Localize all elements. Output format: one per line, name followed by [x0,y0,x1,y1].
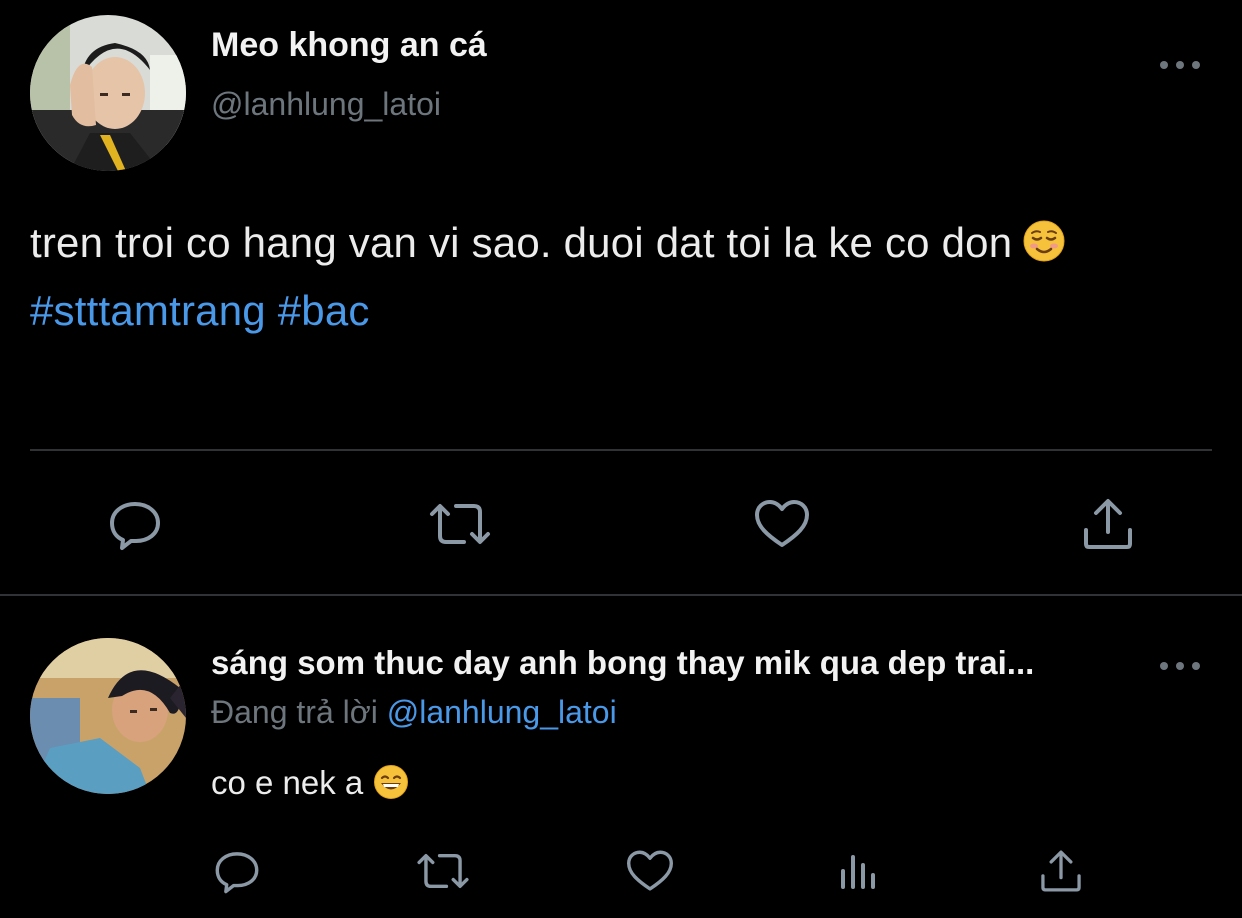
replying-to: Đang trả lời @lanhlung_latoi [211,694,617,731]
reply-icon [110,502,160,550]
like-button[interactable] [624,846,676,896]
reply-button[interactable] [212,846,262,896]
analytics-icon [841,855,875,889]
hashtag-link[interactable]: #bac [278,287,370,334]
mention-link[interactable]: @lanhlung_latoi [387,694,617,730]
retweet-button[interactable] [425,494,495,554]
reply-button[interactable] [105,494,165,554]
like-button[interactable] [752,494,812,554]
analytics-button[interactable] [832,846,882,896]
divider [30,449,1212,451]
user-handle[interactable]: @lanhlung_latoi [211,86,441,123]
hashtag-link[interactable]: #stttamtrang [30,287,266,334]
reply-icon [215,852,259,894]
more-options-icon[interactable] [1160,656,1200,676]
avatar[interactable] [30,638,186,794]
share-icon [1084,499,1132,549]
like-icon [627,850,673,891]
more-options-icon[interactable] [1160,55,1200,75]
tweet-text: tren troi co hang van vi sao. duoi dat t… [30,212,1066,342]
reply-text: co e nek a [211,764,409,808]
retweet-icon [430,504,490,544]
reply-body: co e nek a [211,764,364,801]
share-button[interactable] [1036,846,1086,896]
replying-to-label: Đang trả lời [211,694,378,730]
divider [0,594,1242,596]
tweet-body: tren troi co hang van vi sao. duoi dat t… [30,219,1013,266]
display-name[interactable]: sáng som thuc day anh bong thay mik qua … [211,644,1034,682]
avatar[interactable] [30,15,186,171]
retweet-button[interactable] [413,846,473,896]
grinning-face-emoji-icon [373,764,409,808]
share-icon [1041,850,1081,892]
like-icon [755,500,809,547]
share-button[interactable] [1078,494,1138,554]
display-name[interactable]: Meo khong an cá [211,26,487,65]
retweet-icon [417,853,469,889]
relieved-face-emoji-icon [1022,218,1066,280]
